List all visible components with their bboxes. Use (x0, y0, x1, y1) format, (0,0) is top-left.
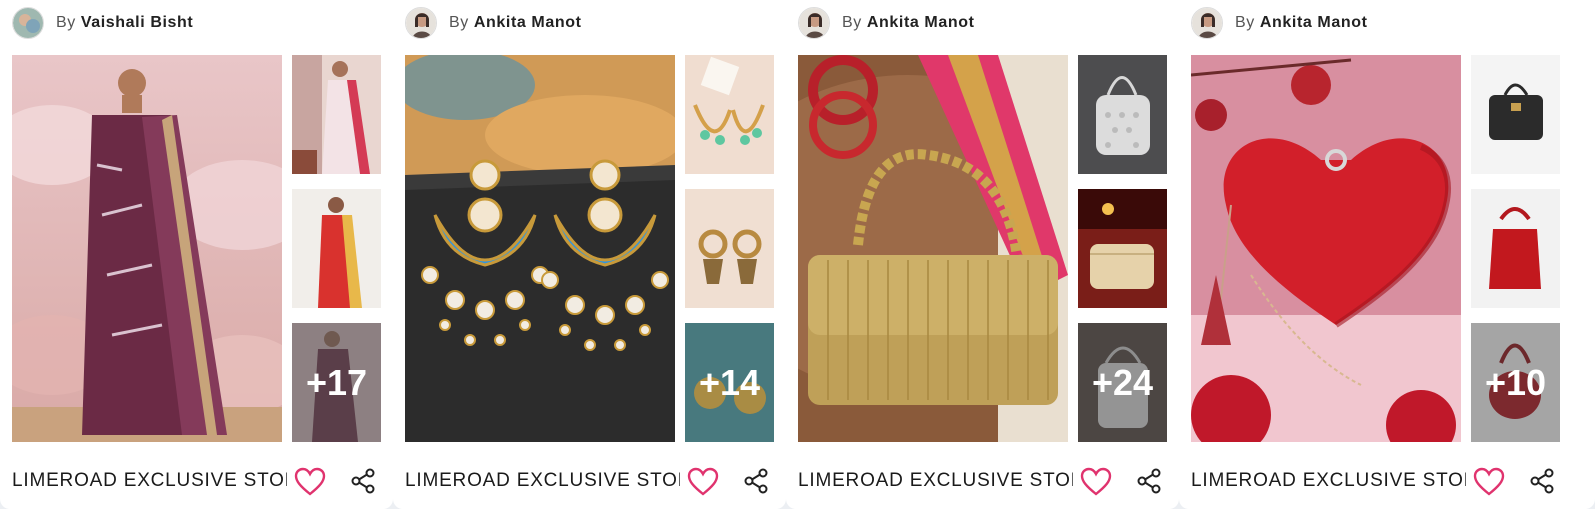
card-footer: LIMEROAD EXCLUSIVE STOR (405, 466, 775, 500)
main-product-image[interactable] (12, 55, 282, 442)
by-label: By (449, 14, 469, 31)
share-icon[interactable] (1529, 468, 1555, 494)
card-footer: LIMEROAD EXCLUSIVE STOR (1191, 466, 1561, 500)
thumbnail-image[interactable] (292, 189, 381, 308)
story-card[interactable]: By Ankita Manot (393, 0, 786, 509)
avatar[interactable] (798, 7, 830, 39)
thumbnail-more[interactable]: +17 (292, 323, 381, 442)
thumbnail-image[interactable] (1078, 55, 1167, 174)
author-name[interactable]: Ankita Manot (474, 14, 582, 32)
thumbnail-image[interactable] (292, 55, 381, 174)
main-product-image[interactable] (798, 55, 1068, 442)
thumbnail-more[interactable]: +24 (1078, 323, 1167, 442)
author-name[interactable]: Ankita Manot (867, 14, 975, 32)
heart-icon[interactable] (1473, 466, 1505, 498)
story-card[interactable]: By Ankita Manot (786, 0, 1179, 509)
author-name[interactable]: Vaishali Bisht (81, 14, 193, 32)
story-card-row: By Vaishali Bisht +17 LIMEROAD EXCLUSIVE… (0, 0, 1595, 509)
story-card[interactable]: By Ankita Manot (1179, 0, 1595, 509)
heart-icon[interactable] (294, 466, 326, 498)
thumbnail-image[interactable] (1471, 55, 1560, 174)
author-row[interactable]: By Ankita Manot (405, 6, 582, 40)
card-footer: LIMEROAD EXCLUSIVE STOR (12, 466, 382, 500)
author-row[interactable]: By Ankita Manot (798, 6, 975, 40)
thumbnail-image[interactable] (685, 55, 774, 174)
more-count[interactable]: +10 (1471, 323, 1560, 442)
share-icon[interactable] (350, 468, 376, 494)
thumbnail-image[interactable] (685, 189, 774, 308)
more-count[interactable]: +24 (1078, 323, 1167, 442)
more-count[interactable]: +14 (685, 323, 774, 442)
thumbnail-image[interactable] (1471, 189, 1560, 308)
author-row[interactable]: By Ankita Manot (1191, 6, 1368, 40)
main-product-image[interactable] (1191, 55, 1461, 442)
author-name[interactable]: Ankita Manot (1260, 14, 1368, 32)
avatar[interactable] (405, 7, 437, 39)
heart-icon[interactable] (687, 466, 719, 498)
store-name[interactable]: LIMEROAD EXCLUSIVE STOR (12, 470, 287, 492)
store-name[interactable]: LIMEROAD EXCLUSIVE STOR (798, 470, 1073, 492)
heart-icon[interactable] (1080, 466, 1112, 498)
author-row[interactable]: By Vaishali Bisht (12, 6, 193, 40)
card-footer: LIMEROAD EXCLUSIVE STOR (798, 466, 1168, 500)
main-product-image[interactable] (405, 55, 675, 442)
story-card[interactable]: By Vaishali Bisht +17 LIMEROAD EXCLUSIVE… (0, 0, 393, 509)
share-icon[interactable] (1136, 468, 1162, 494)
thumbnail-image[interactable] (1078, 189, 1167, 308)
store-name[interactable]: LIMEROAD EXCLUSIVE STOR (1191, 470, 1466, 492)
more-count[interactable]: +17 (292, 323, 381, 442)
by-label: By (1235, 14, 1255, 31)
by-label: By (56, 14, 76, 31)
store-name[interactable]: LIMEROAD EXCLUSIVE STOR (405, 470, 680, 492)
share-icon[interactable] (743, 468, 769, 494)
avatar[interactable] (12, 7, 44, 39)
thumbnail-more[interactable]: +10 (1471, 323, 1560, 442)
avatar[interactable] (1191, 7, 1223, 39)
thumbnail-more[interactable]: +14 (685, 323, 774, 442)
by-label: By (842, 14, 862, 31)
